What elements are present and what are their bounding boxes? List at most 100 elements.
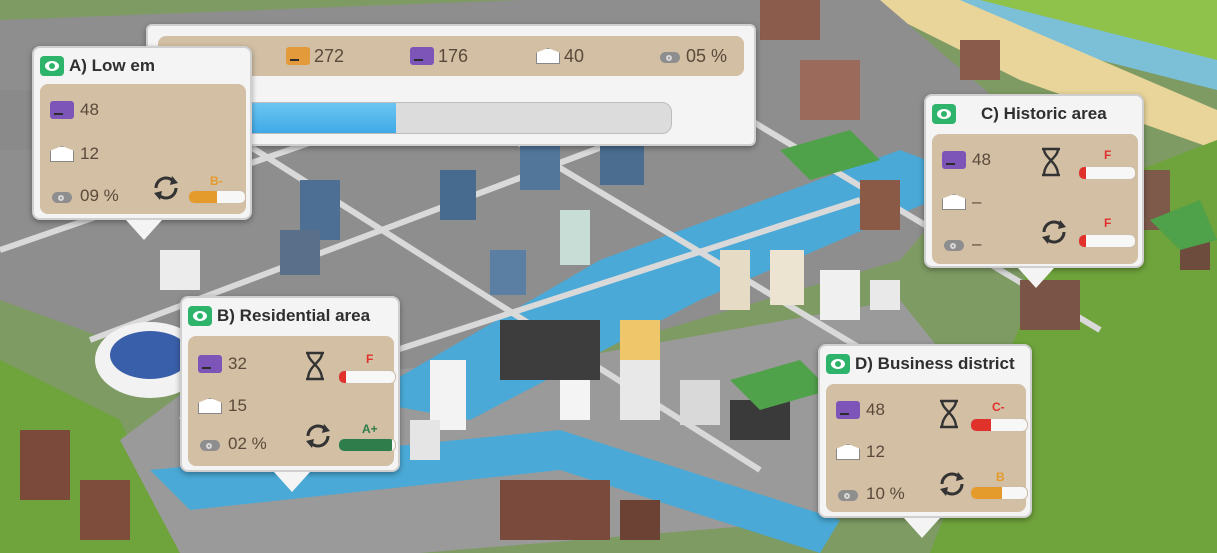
- district-c-residents: 48: [942, 150, 991, 170]
- district-card-d[interactable]: D) Business district 48 12 10 % C- B: [818, 344, 1032, 538]
- mail-icon: [836, 444, 860, 460]
- district-card-c[interactable]: C) Historic area 48 – – F F: [924, 94, 1144, 288]
- meter-fill: [971, 487, 1002, 499]
- resident-card-icon: [50, 101, 74, 119]
- district-d-time-grade: C-: [992, 400, 1005, 414]
- district-d-pollution: 10 %: [836, 484, 905, 504]
- eye-icon[interactable]: [188, 306, 212, 326]
- card-pointer: [1018, 268, 1054, 288]
- district-c-recycle-meter: [1078, 234, 1136, 248]
- district-a-name: A) Low em: [69, 56, 155, 75]
- district-c-pollution: –: [942, 234, 981, 254]
- district-a-recycle-grade: B-: [210, 174, 223, 188]
- resident-card-icon: [410, 47, 434, 65]
- mail-resource: 40: [536, 44, 584, 68]
- pollution-cloud-icon: [942, 236, 966, 252]
- resident-card-icon: [836, 401, 860, 419]
- district-card-a[interactable]: A) Low em 48 12 09 % B-: [32, 46, 252, 240]
- district-a-mail: 12: [50, 144, 99, 164]
- recycle-icon: [940, 472, 964, 496]
- mail-icon: [536, 48, 560, 64]
- mail-icon: [198, 398, 222, 414]
- district-c-stats: 48 – – F F: [932, 134, 1138, 264]
- district-c-recycle-grade: F: [1104, 216, 1112, 230]
- hourglass-icon: [940, 399, 958, 429]
- district-d-title[interactable]: D) Business district: [826, 352, 1015, 376]
- skilled-card-icon: [286, 47, 310, 65]
- district-b-residents-value: 32: [228, 354, 247, 373]
- district-c-name: C) Historic area: [981, 104, 1107, 123]
- meter-fill: [1079, 235, 1086, 247]
- district-b-mail-value: 15: [228, 396, 247, 415]
- district-d-pollution-value: 10 %: [866, 484, 905, 503]
- district-d-mail-value: 12: [866, 442, 885, 461]
- recycle-icon: [306, 424, 330, 448]
- district-b-mail: 15: [198, 396, 247, 416]
- card-pointer: [904, 518, 940, 538]
- meter-fill: [339, 439, 393, 451]
- meter-fill: [339, 371, 346, 383]
- district-a-recycle-meter: [188, 190, 246, 204]
- progress-bar: [234, 102, 672, 134]
- skilled-resource: 272: [286, 44, 344, 68]
- district-c-time-grade: F: [1104, 148, 1112, 162]
- recycle-icon: [154, 176, 178, 200]
- eye-icon[interactable]: [932, 104, 956, 124]
- district-c-mail-value: –: [972, 192, 982, 211]
- district-a-mail-value: 12: [80, 144, 99, 163]
- eye-icon[interactable]: [40, 56, 64, 76]
- residents-count: 176: [438, 45, 469, 66]
- hourglass-icon: [306, 351, 324, 381]
- mail-count: 40: [564, 45, 585, 66]
- pollution-cloud-icon: [50, 188, 74, 204]
- progress-fill: [235, 103, 397, 133]
- card-pointer: [126, 220, 162, 240]
- skilled-count: 272: [314, 45, 345, 66]
- pollution-percent: 05 %: [686, 45, 728, 66]
- district-a-pollution-value: 09 %: [80, 186, 119, 205]
- hourglass-icon: [1042, 147, 1060, 177]
- meter-fill: [971, 419, 991, 431]
- pollution-resource: 05 %: [658, 44, 727, 68]
- eye-icon[interactable]: [826, 354, 850, 374]
- district-b-pollution-value: 02 %: [228, 434, 267, 453]
- district-a-residents-value: 48: [80, 100, 99, 119]
- district-d-stats: 48 12 10 % C- B: [826, 384, 1028, 512]
- district-b-stats: 32 15 02 % F A+: [188, 336, 396, 466]
- district-d-time-meter: [970, 418, 1028, 432]
- district-d-residents-value: 48: [866, 400, 885, 419]
- pollution-cloud-icon: [198, 436, 222, 452]
- mail-icon: [942, 194, 966, 210]
- meter-fill: [189, 191, 217, 203]
- district-b-time-meter: [338, 370, 396, 384]
- district-c-title[interactable]: C) Historic area: [932, 102, 1136, 126]
- residents-resource: 176: [410, 44, 468, 68]
- district-c-time-meter: [1078, 166, 1136, 180]
- district-d-recycle-grade: B: [996, 470, 1005, 484]
- district-b-pollution: 02 %: [198, 434, 267, 454]
- meter-fill: [1079, 167, 1086, 179]
- district-d-recycle-meter: [970, 486, 1028, 500]
- pollution-cloud-icon: [658, 48, 682, 64]
- district-d-mail: 12: [836, 442, 885, 462]
- district-b-title[interactable]: B) Residential area: [188, 304, 370, 328]
- district-c-residents-value: 48: [972, 150, 991, 169]
- district-b-time-grade: F: [366, 352, 374, 366]
- pollution-cloud-icon: [836, 486, 860, 502]
- district-a-title[interactable]: A) Low em: [40, 54, 155, 78]
- district-b-residents: 32: [198, 354, 247, 374]
- district-card-b[interactable]: B) Residential area 32 15 02 % F A+: [180, 296, 400, 492]
- district-a-stats: 48 12 09 % B-: [40, 84, 246, 214]
- recycle-icon: [1042, 220, 1066, 244]
- card-pointer: [274, 472, 310, 492]
- district-c-pollution-value: –: [972, 234, 982, 253]
- district-b-recycle-meter: [338, 438, 396, 452]
- district-c-mail: –: [942, 192, 981, 212]
- district-d-residents: 48: [836, 400, 885, 420]
- district-d-name: D) Business district: [855, 354, 1015, 373]
- resident-card-icon: [198, 355, 222, 373]
- district-a-residents: 48: [50, 100, 99, 120]
- resident-card-icon: [942, 151, 966, 169]
- mail-icon: [50, 146, 74, 162]
- district-b-recycle-grade: A+: [362, 422, 378, 436]
